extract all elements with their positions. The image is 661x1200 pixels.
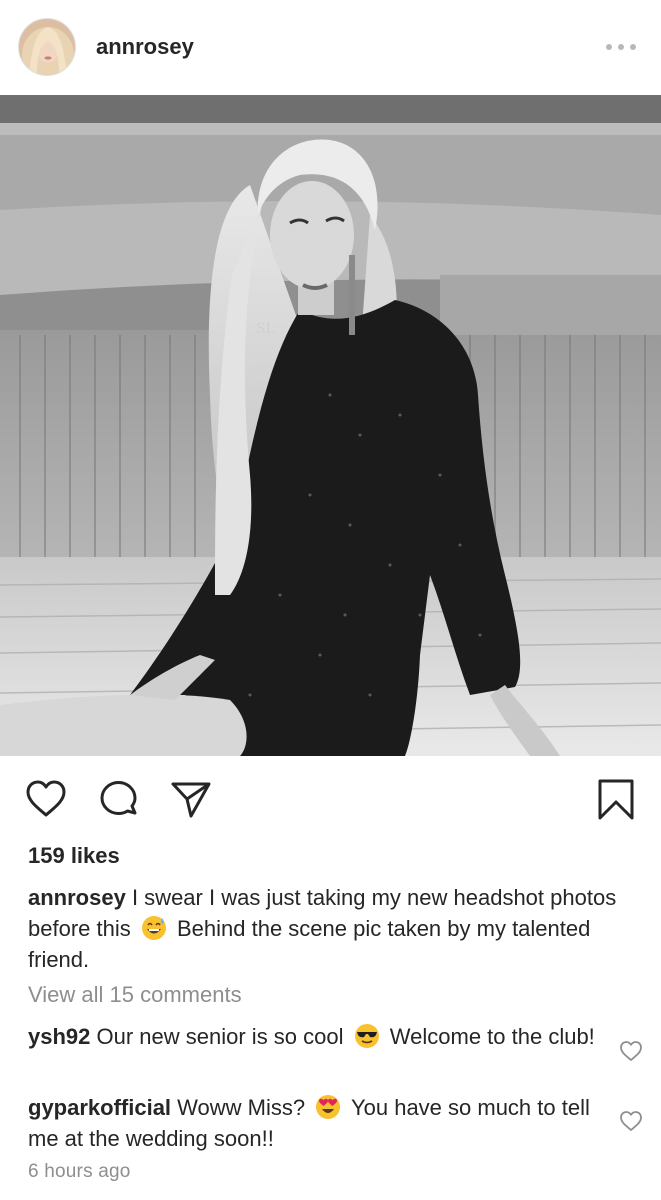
post-caption: annrosey I swear I was just taking my ne… bbox=[28, 882, 638, 975]
more-dot bbox=[630, 44, 636, 50]
comment-text-continued: Welcome to the club! bbox=[389, 1024, 595, 1049]
comment-like-heart-icon[interactable] bbox=[619, 1040, 643, 1062]
comment-item: gyparkofficial Woww Miss? You have so mu… bbox=[28, 1092, 608, 1154]
bookmark-icon[interactable] bbox=[594, 778, 638, 822]
photo-earring-text: SL bbox=[256, 321, 275, 337]
post-photo-image: SL bbox=[0, 95, 661, 756]
caption-username[interactable]: annrosey bbox=[28, 885, 126, 910]
post-photo[interactable]: SL bbox=[0, 95, 661, 756]
comment-icon[interactable] bbox=[97, 778, 141, 822]
more-options-icon[interactable] bbox=[606, 37, 636, 57]
heart-eyes-emoji bbox=[316, 1095, 341, 1119]
avatar[interactable] bbox=[18, 18, 76, 76]
comment-item: ysh92 Our new senior is so cool Welcome … bbox=[28, 1021, 608, 1052]
comment-like-heart-icon[interactable] bbox=[619, 1110, 643, 1132]
view-all-comments-link[interactable]: View all 15 comments bbox=[28, 982, 242, 1008]
comment-text: Woww Miss? bbox=[177, 1095, 306, 1120]
paper-plane-icon[interactable] bbox=[169, 778, 213, 822]
comment-username[interactable]: gyparkofficial bbox=[28, 1095, 171, 1120]
heart-icon[interactable] bbox=[24, 778, 68, 822]
profile-avatar-icon bbox=[19, 19, 75, 75]
likes-count[interactable]: 159 likes bbox=[28, 843, 120, 869]
comment-username[interactable]: ysh92 bbox=[28, 1024, 90, 1049]
more-dot bbox=[606, 44, 612, 50]
instagram-post: annrosey SL 159 likes annrosey I swear I… bbox=[0, 0, 661, 1200]
action-bar bbox=[0, 756, 661, 842]
post-timestamp: 6 hours ago bbox=[28, 1161, 131, 1182]
post-author-username[interactable]: annrosey bbox=[96, 34, 194, 60]
grinning-sweat-emoji bbox=[141, 916, 166, 940]
post-header: annrosey bbox=[0, 0, 661, 95]
sunglasses-emoji bbox=[354, 1024, 379, 1048]
more-dot bbox=[618, 44, 624, 50]
comment-text: Our new senior is so cool bbox=[96, 1024, 344, 1049]
